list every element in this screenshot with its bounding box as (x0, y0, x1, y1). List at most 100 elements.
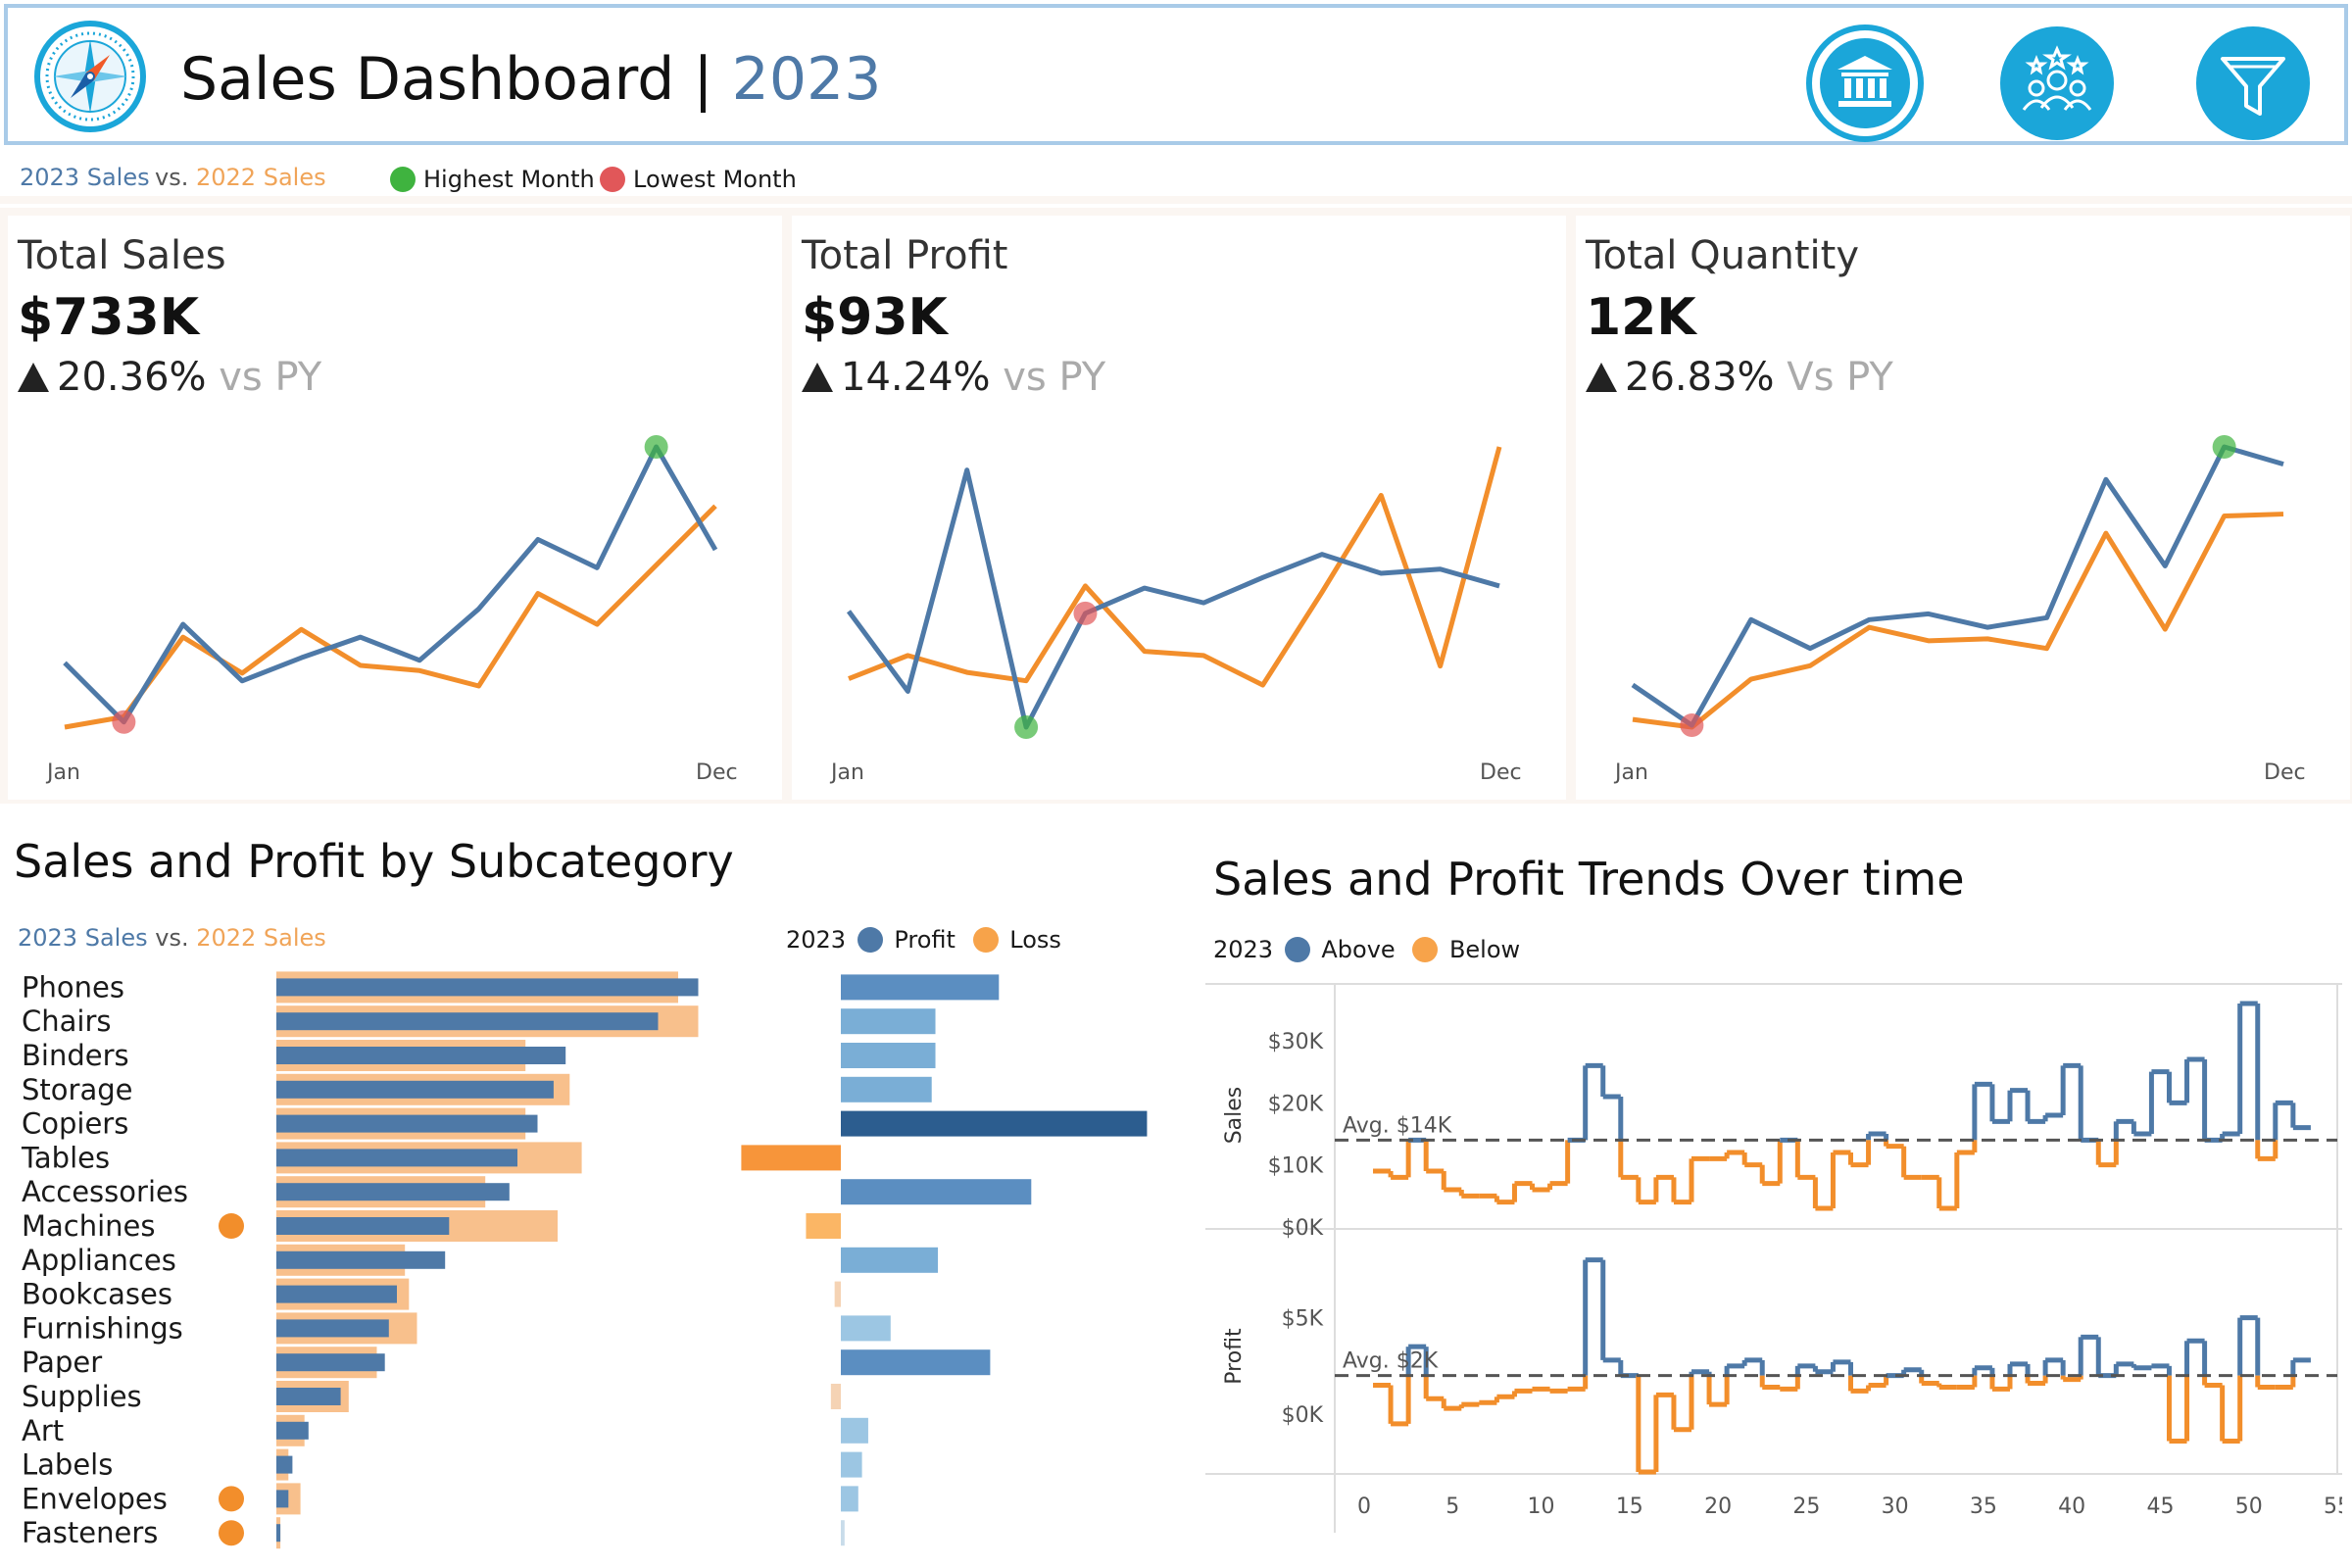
above-legend-label: Above (1321, 936, 1396, 963)
previous-year-line (64, 504, 717, 730)
current-year-line (846, 467, 1500, 730)
loss-dot-icon (972, 927, 999, 953)
profit-bar (841, 1451, 862, 1478)
axis-end-label: Dec (696, 760, 738, 785)
flag-dot-icon (219, 1486, 244, 1512)
subcat-legend-previous: 2022 Sales (196, 924, 326, 952)
profit-bar (841, 1247, 939, 1273)
trend-step-chart[interactable]: $30K $20K $10K $0K Sales Avg. $14K $5K $0K Profi… (1205, 970, 2342, 1548)
profit-bar (841, 1076, 932, 1102)
current-sales-bar (276, 1285, 397, 1303)
profit-average-label: Avg. $2K (1343, 1349, 1439, 1374)
subcategory-label: Binders (22, 1039, 129, 1072)
x-tick-label: 15 (1616, 1494, 1643, 1519)
current-sales-bar (276, 978, 699, 997)
subcategory-bar-chart[interactable]: PhonesChairsBindersStorageCopiersTablesA… (0, 960, 1176, 1568)
subcategory-label: Appliances (22, 1244, 176, 1277)
x-tick-label: 45 (2146, 1494, 2174, 1519)
bank-icon[interactable] (1805, 24, 1925, 143)
kpi-card-quantity[interactable]: Total Quantity 12K 26.83% Vs PY Jan Dec (1576, 216, 2350, 800)
highest-month-marker (644, 435, 668, 459)
below-dot-icon (1412, 937, 1439, 962)
subcategory-legend: 2023 Sales vs. 2022 Sales (18, 923, 326, 953)
sales-tick-label: $30K (1268, 1030, 1324, 1054)
profit-sparkline-chart[interactable] (792, 216, 1566, 800)
highest-month-marker (2212, 435, 2236, 459)
subcat-legend-current: 2023 Sales (18, 924, 148, 952)
trends-legend: 2023 Above Below (1213, 935, 1520, 964)
profit-bar (841, 1417, 868, 1444)
current-sales-bar (276, 1319, 389, 1338)
subcategory-label: Labels (22, 1448, 113, 1482)
filter-icon[interactable] (2193, 24, 2313, 143)
kpi-card-sales[interactable]: Total Sales $733K 20.36% vs PY Jan Dec (8, 216, 782, 800)
current-year-line (63, 444, 718, 725)
profit-dot-icon (857, 927, 883, 953)
subcategory-label: Chairs (22, 1004, 112, 1038)
flag-dot-icon (219, 1213, 244, 1239)
current-sales-bar (276, 1183, 510, 1201)
subcategory-label: Storage (22, 1073, 132, 1106)
x-tick-label: 30 (1882, 1494, 1909, 1519)
current-sales-bar (276, 1250, 446, 1269)
profit-bar (741, 1145, 841, 1171)
lowest-month-marker (1073, 601, 1098, 625)
legend-lowest: Lowest Month (633, 166, 797, 193)
current-sales-bar (276, 1421, 309, 1440)
profit-bar (841, 1179, 1032, 1205)
x-tick-label: 50 (2235, 1494, 2263, 1519)
subcategory-label: Envelopes (22, 1482, 168, 1515)
title-text: Sales Dashboard (180, 45, 675, 114)
sales-sparkline-chart[interactable] (8, 216, 782, 800)
current-sales-bar (276, 1353, 385, 1372)
lowest-month-marker (112, 710, 136, 734)
subcategory-label: Furnishings (22, 1311, 183, 1345)
x-tick-label: 40 (2058, 1494, 2085, 1519)
profit-legend-year: 2023 (786, 926, 847, 954)
subcategory-label: Art (22, 1414, 64, 1447)
compass-logo-icon (34, 21, 146, 132)
profit-bar (841, 974, 1000, 1001)
highest-dot-icon (390, 167, 416, 192)
profit-loss-legend: 2023 Profit Loss (786, 925, 1061, 955)
profit-bar (806, 1213, 841, 1239)
title-separator: | (693, 45, 713, 114)
profit-legend-label: Profit (894, 926, 956, 954)
sales-average-label: Avg. $14K (1343, 1113, 1452, 1138)
x-tick-label: 55 (2324, 1494, 2342, 1519)
current-sales-bar (276, 1524, 281, 1543)
subcategory-label: Phones (22, 970, 124, 1004)
x-tick-label: 5 (1446, 1494, 1459, 1519)
profit-bar (841, 1043, 936, 1068)
profit-bar (841, 1349, 991, 1376)
subcategory-label: Supplies (22, 1380, 142, 1413)
current-sales-bar (276, 1217, 450, 1235)
flag-dot-icon (219, 1520, 244, 1546)
x-tick-label: 20 (1704, 1494, 1732, 1519)
x-tick-label: 0 (1357, 1494, 1371, 1519)
profit-bar (834, 1281, 841, 1307)
loss-legend-label: Loss (1009, 926, 1061, 954)
axis-end-label: Dec (1480, 760, 1522, 785)
page-title: Sales Dashboard | 2023 (180, 45, 881, 114)
current-sales-bar (276, 1149, 517, 1167)
team-icon[interactable] (1997, 24, 2117, 143)
axis-start-label: Jan (47, 760, 80, 785)
legend-previous: 2022 Sales (196, 164, 326, 191)
kpi-card-profit[interactable]: Total Profit $93K 14.24% vs PY Jan Dec (792, 216, 1566, 800)
previous-year-line (848, 446, 1502, 688)
trends-legend-year: 2023 (1213, 936, 1274, 963)
axis-start-label: Jan (1615, 760, 1648, 785)
profit-tick-label: $5K (1282, 1307, 1324, 1332)
quantity-sparkline-chart[interactable] (1576, 216, 2350, 800)
subcategory-label: Fasteners (22, 1516, 158, 1549)
profit-tick-label: $0K (1282, 1403, 1324, 1428)
lowest-dot-icon (600, 167, 625, 192)
axis-start-label: Jan (831, 760, 864, 785)
subcategory-label: Accessories (22, 1175, 188, 1208)
sales-tick-label: $0K (1282, 1216, 1324, 1241)
current-sales-bar (276, 1490, 289, 1508)
profit-bar (830, 1384, 841, 1409)
sales-tick-label: $20K (1268, 1092, 1324, 1116)
title-year: 2023 (731, 45, 882, 114)
